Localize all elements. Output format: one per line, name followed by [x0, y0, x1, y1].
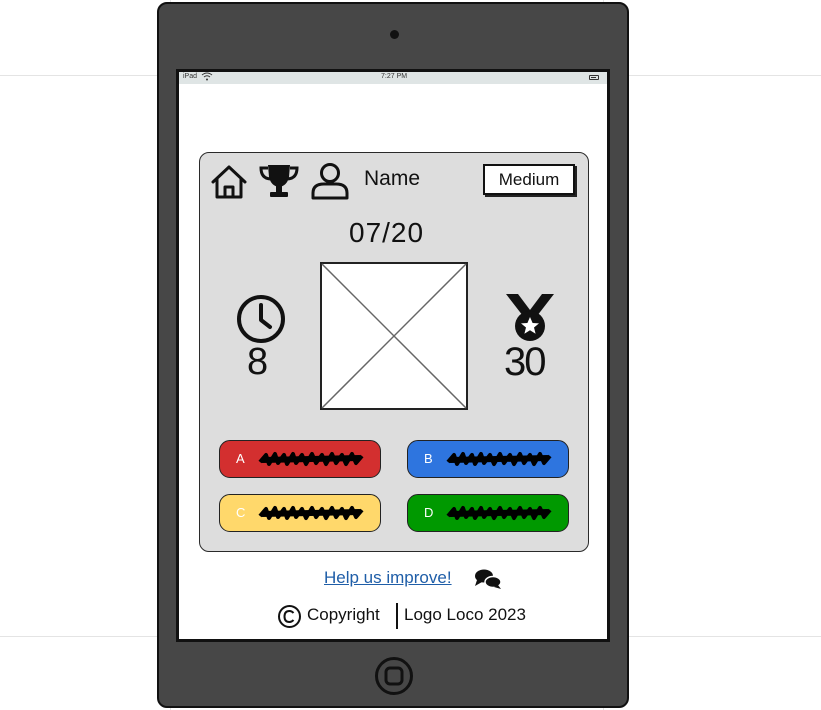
status-time: 7:27 PM	[381, 73, 408, 80]
camera-dot	[390, 30, 399, 39]
answer-a-button[interactable]: A	[219, 440, 381, 478]
answer-d-button[interactable]: D	[407, 494, 569, 532]
answer-letter: B	[424, 451, 433, 466]
scribble-text	[446, 506, 552, 520]
brand-label: Logo Loco 2023	[404, 605, 526, 624]
answer-b-button[interactable]: B	[407, 440, 569, 478]
clock-icon	[237, 295, 285, 343]
help-improve-link[interactable]: Help us improve!	[324, 568, 452, 588]
medal-icon	[506, 294, 554, 341]
wifi-icon	[201, 72, 213, 81]
answer-letter: A	[236, 451, 245, 466]
score-value: 30	[504, 340, 546, 384]
chat-bubbles-icon[interactable]	[474, 568, 502, 590]
battery-icon	[589, 75, 599, 80]
home-hardware-button[interactable]	[374, 656, 414, 696]
image-placeholder	[320, 262, 468, 410]
copyright-label: Copyright	[307, 605, 380, 624]
answer-letter: C	[236, 505, 246, 520]
answer-c-button[interactable]: C	[219, 494, 381, 532]
question-progress: 07/20	[349, 217, 425, 248]
status-bar: iPad 7:27 PM	[179, 72, 607, 84]
answer-letter: D	[424, 505, 434, 520]
copyright-icon	[278, 605, 301, 628]
home-icon[interactable]	[210, 164, 248, 200]
player-name: Name	[364, 167, 421, 190]
trophy-icon[interactable]	[259, 163, 299, 199]
difficulty-button[interactable]: Medium	[483, 164, 575, 195]
status-carrier: iPad	[183, 73, 198, 80]
scribble-text	[446, 452, 552, 466]
scribble-text	[258, 452, 364, 466]
timer-value: 8	[247, 341, 269, 383]
divider	[396, 603, 398, 629]
user-icon[interactable]	[310, 162, 350, 200]
scribble-text	[258, 506, 364, 520]
